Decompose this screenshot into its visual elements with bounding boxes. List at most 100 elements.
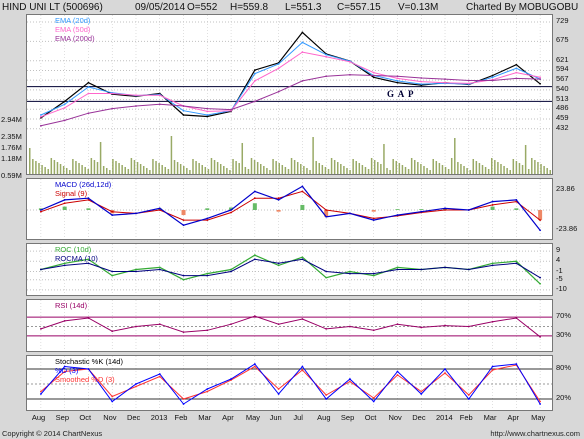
volume-bar [106, 168, 108, 174]
volume-bar [293, 160, 296, 174]
series-rocma-point [135, 270, 137, 273]
series-ema-20d--point [39, 114, 42, 116]
volume-bar [450, 158, 453, 174]
volume-bar [515, 161, 518, 174]
volume-bar [346, 168, 348, 174]
volume-bar [540, 164, 542, 174]
series-macd [40, 185, 541, 231]
volume-bar [260, 164, 262, 174]
series-rocma-point [63, 264, 66, 267]
volume-bar [349, 170, 351, 174]
volume-bar [512, 159, 515, 174]
series-ema-50d--point [87, 92, 90, 95]
rsi-legend: RSI (14d) [55, 301, 87, 310]
series-ema-20d--point [253, 72, 256, 75]
volume-bar [423, 166, 425, 174]
volume-bar [457, 162, 459, 174]
series-rocma-point [372, 272, 375, 275]
x-tick-label: Feb [459, 413, 473, 422]
volume-bar [494, 160, 496, 174]
series-macd-point [206, 217, 209, 220]
volume-bar [235, 161, 237, 174]
volume-bar [407, 169, 410, 174]
legend-macd: MACD (26d,12d) [55, 180, 112, 189]
volume-bar [161, 165, 163, 174]
site-link[interactable]: http://www.chartnexus.com [490, 429, 580, 438]
series-ema-50d--point [63, 106, 66, 109]
volume-bar [272, 159, 274, 174]
series-ema-50d--point [325, 55, 328, 58]
volume-bar [429, 170, 431, 174]
close-label: C=557.15 [337, 2, 381, 13]
series-ema-200d--point [372, 74, 375, 77]
volume-bar [189, 170, 191, 174]
volume-bar [309, 170, 311, 174]
series-rocma-point [182, 274, 185, 277]
series-rocma-point [349, 272, 351, 275]
volume-bar [207, 169, 210, 174]
volume-bar [127, 169, 130, 174]
volume-bar [327, 169, 330, 174]
series-ema-20d--point [420, 83, 423, 86]
series-smoothed-d-point [206, 390, 209, 393]
series-macd-point [349, 212, 351, 215]
series-price-point [182, 114, 185, 116]
series-price [40, 31, 541, 119]
macd-histogram-bar [300, 204, 305, 210]
volume-bar [118, 163, 120, 174]
series-smoothed-d-point [491, 369, 494, 371]
x-tick-label: Oct [364, 413, 377, 422]
volume-bar [152, 159, 154, 174]
volume-bar [179, 164, 182, 174]
price-tick-label: 432 [556, 122, 569, 132]
volume-bar [337, 162, 339, 174]
volume-bar [229, 170, 231, 174]
x-tick-label: Oct [79, 413, 92, 422]
volume-bar [90, 158, 93, 174]
series-rsi-point [372, 329, 375, 332]
legend-signal: Signal (9) [55, 189, 88, 198]
series-roc-point [277, 264, 280, 267]
volume-bar [226, 168, 228, 174]
series-smoothed-d-point [39, 390, 42, 393]
volume-bar [521, 165, 524, 174]
macd-histogram-bar [86, 208, 91, 210]
series-rsi-point [230, 323, 232, 326]
series-signal-point [253, 197, 256, 200]
macd-histogram-bar [181, 210, 186, 216]
x-tick-label: Sep [55, 413, 70, 422]
volume-bar [115, 161, 117, 174]
volume-bar [216, 162, 219, 174]
volume-tick-label: 1.18M [1, 154, 22, 163]
volume-bar [497, 162, 499, 174]
series-smoothed-d-point [444, 372, 446, 374]
series-rsi-point [349, 325, 351, 328]
series-smoothed-d-point [277, 388, 280, 390]
volume-bar [426, 168, 428, 174]
series-signal-point [39, 210, 42, 213]
series-rocma-point [444, 266, 446, 269]
series-ema-50d--point [158, 94, 161, 97]
volume-bar [395, 161, 398, 174]
series-macd-point [467, 209, 470, 211]
volume-bar [318, 163, 321, 174]
series-price-point [301, 31, 304, 34]
series-signal-point [444, 209, 446, 211]
series-ema-200d--point [349, 73, 351, 76]
volume-bar [534, 160, 536, 174]
volume-bar [466, 168, 468, 174]
volume-bar [176, 162, 179, 174]
volume-bar [460, 164, 462, 174]
volume-bar [543, 166, 545, 174]
volume-bar [78, 163, 80, 174]
series-smoothed-d-point [111, 395, 114, 398]
x-tick-label: May [531, 413, 546, 422]
volume-bar [432, 159, 434, 174]
legend-roc: ROC (10d) [55, 245, 92, 254]
volume-bar [164, 167, 167, 174]
series-ema-20d--point [396, 79, 399, 82]
series-smoothed-d-point [467, 394, 470, 396]
volume-bar [435, 161, 438, 174]
series-macd-point [515, 198, 518, 201]
series-macd-point [444, 207, 446, 210]
